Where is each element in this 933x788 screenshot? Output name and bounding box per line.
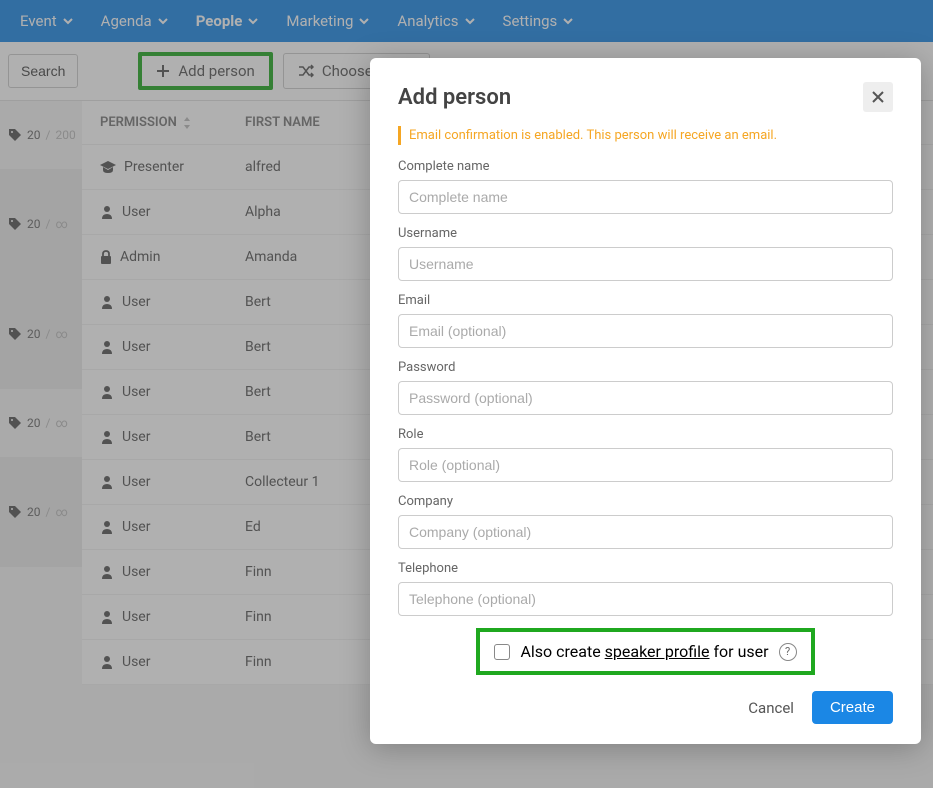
close-icon	[871, 90, 885, 104]
close-button[interactable]	[863, 82, 893, 112]
name-input[interactable]	[398, 180, 893, 214]
username-input[interactable]	[398, 247, 893, 281]
speaker-profile-checkbox-row[interactable]: Also create speaker profile for user ?	[476, 628, 814, 675]
password-label: Password	[398, 360, 893, 375]
modal-title: Add person	[398, 85, 511, 110]
help-icon[interactable]: ?	[779, 643, 797, 661]
create-button[interactable]: Create	[812, 691, 893, 724]
password-input[interactable]	[398, 381, 893, 415]
username-label: Username	[398, 226, 893, 241]
email-label: Email	[398, 293, 893, 308]
cancel-button[interactable]: Cancel	[748, 699, 794, 717]
speaker-profile-label: Also create speaker profile for user	[520, 642, 768, 661]
add-person-modal: Add person Email confirmation is enabled…	[370, 58, 921, 744]
role-input[interactable]	[398, 448, 893, 482]
role-label: Role	[398, 427, 893, 442]
speaker-profile-checkbox[interactable]	[494, 644, 510, 660]
email-input[interactable]	[398, 314, 893, 348]
telephone-label: Telephone	[398, 561, 893, 576]
email-notice: Email confirmation is enabled. This pers…	[398, 126, 893, 145]
company-label: Company	[398, 494, 893, 509]
telephone-input[interactable]	[398, 582, 893, 616]
company-input[interactable]	[398, 515, 893, 549]
name-label: Complete name	[398, 159, 893, 174]
